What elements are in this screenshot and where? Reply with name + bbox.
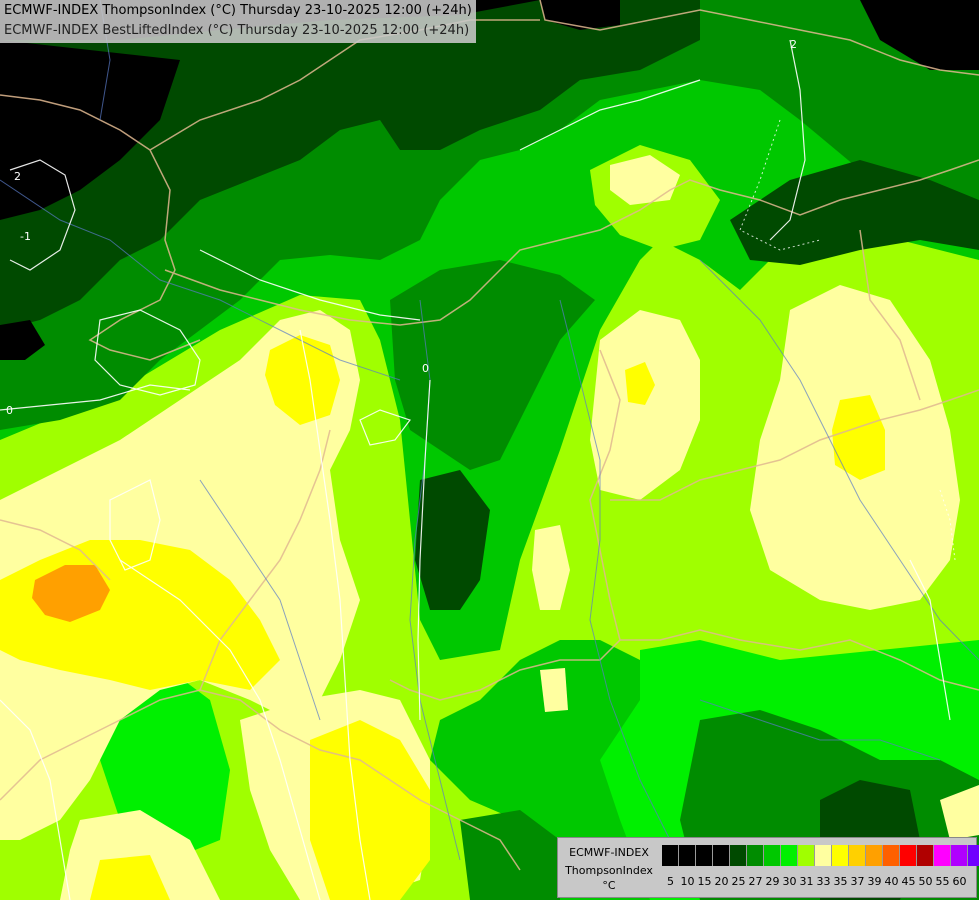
legend-swatch [951,845,968,866]
legend-model: ECMWF-INDEX [569,846,649,859]
legend-swatches [662,845,979,866]
map-viewer: 0 -1 2 2 0 ECMWF-INDEX ThompsonIndex (°C… [0,0,979,900]
thompson-index-map: 0 -1 2 2 0 [0,0,979,900]
legend-tick-label: 31 [799,875,814,888]
legend-swatch [781,845,798,866]
legend-swatch [696,845,713,866]
legend-unit: °C [602,879,616,892]
contour-label: -1 [20,230,31,243]
legend-tick-label: 25 [731,875,746,888]
legend-swatch [815,845,832,866]
color-legend: ECMWF-INDEX ThompsonIndex °C 5 10 15 20 25 27… [557,837,979,898]
legend-swatch [798,845,815,866]
contour-label: 0 [422,362,429,375]
map-title: ECMWF-INDEX ThompsonIndex (°C) Thursday … [0,0,476,43]
contour-label: 2 [790,38,797,51]
legend-swatch [713,845,730,866]
title-best-lifted-index: ECMWF-INDEX BestLiftedIndex (°C) Thursda… [4,23,470,38]
legend-tick-label: 55 [935,875,950,888]
legend-tick-label: 27 [748,875,763,888]
legend-tick-label: 15 [697,875,712,888]
legend-swatch [679,845,696,866]
legend-swatch [832,845,849,866]
legend-tick-label: 20 [714,875,729,888]
legend-swatch [866,845,883,866]
legend-swatch [662,845,679,866]
legend-tick-label: 10 [680,875,695,888]
legend-tick-label: 33 [816,875,831,888]
legend-swatch [747,845,764,866]
contour-label: 2 [14,170,21,183]
contour-label: 0 [6,404,13,417]
legend-swatch [934,845,951,866]
legend-swatch [883,845,900,866]
legend-swatch [849,845,866,866]
legend-swatch [917,845,934,866]
legend-tick-label: 30 [782,875,797,888]
legend-swatch [730,845,747,866]
legend-tick-label: 39 [867,875,882,888]
legend-tick-label: 35 [833,875,848,888]
legend-tick-label: 37 [850,875,865,888]
legend-swatch [764,845,781,866]
legend-tick-label: 60 [952,875,967,888]
legend-parameter: ThompsonIndex [565,864,653,877]
legend-tick-label: 50 [918,875,933,888]
legend-tick-label: 29 [765,875,780,888]
title-thompson-index: ECMWF-INDEX ThompsonIndex (°C) Thursday … [4,3,472,18]
legend-swatch [968,845,979,866]
legend-tick-label: 40 [884,875,899,888]
legend-ticks: 5 10 15 20 25 27 29 30 31 33 35 37 39 40 45 50 55 60 [662,875,968,888]
legend-tick-label: 45 [901,875,916,888]
legend-tick-label: 5 [667,875,674,888]
legend-swatch [900,845,917,866]
